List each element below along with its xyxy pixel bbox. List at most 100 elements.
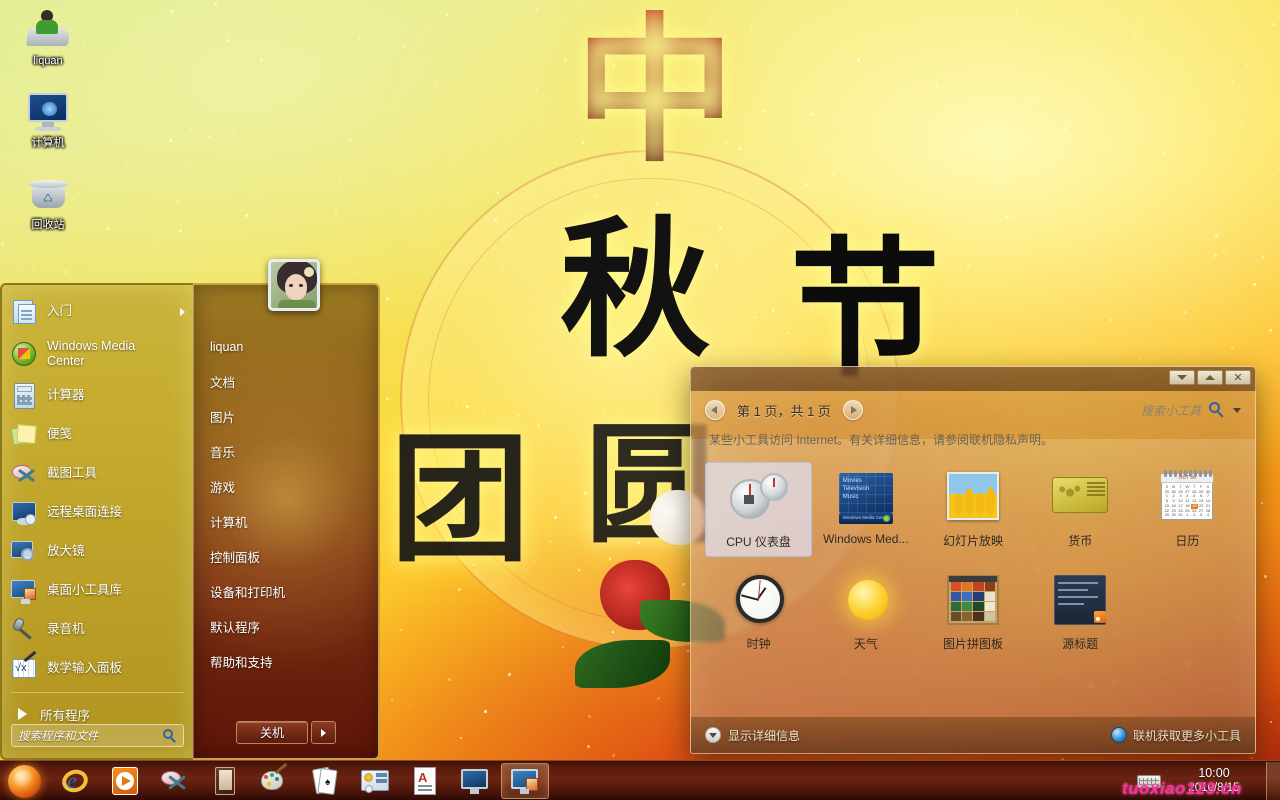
start-menu-item-computer[interactable]: 计算机	[194, 504, 378, 539]
gadget-search-placeholder: 搜索小工具	[1140, 403, 1201, 418]
start-menu-user-name: liquan	[210, 339, 244, 354]
getting-started-icon	[10, 298, 38, 326]
next-page-button[interactable]	[842, 400, 863, 420]
gadget-item-currency[interactable]: 货币	[1027, 462, 1134, 557]
search-placeholder: 搜索程序和文件	[18, 730, 99, 743]
currency-thumb	[1049, 470, 1111, 524]
get-more-gadgets-label: 联机获取更多小工具	[1132, 728, 1241, 743]
start-menu-item-default-programs[interactable]: 默认程序	[194, 609, 378, 644]
desktop-icon-recycle-bin[interactable]: ♺ 回收站	[8, 172, 88, 232]
gadget-label: 时钟	[746, 637, 771, 651]
desktop-icon-computer[interactable]: 计算机	[8, 90, 88, 150]
sidebar-item-remote-desktop[interactable]: 远程桌面连接	[2, 493, 193, 532]
taskbar-item-computer[interactable]	[451, 763, 499, 799]
start-menu-item-label: 帮助和支持	[210, 656, 273, 670]
shutdown-label: 关机	[259, 726, 284, 740]
sidebar-item-snipping-tool[interactable]: 截图工具	[2, 454, 193, 493]
taskbar-item-snipping-tool[interactable]	[151, 763, 199, 799]
start-menu-places-list: liquan 文档 图片 音乐 游戏 计算机 控制面板 设备和打印机 默认程序 …	[194, 285, 378, 679]
gadget-item-calendar[interactable]: OCT 06 S M T W T F S 29 30 26 27 28 29 30 1 2 3 4 5 6 7 8 9 10 1…	[1134, 462, 1241, 557]
taskbar-item-control-panel[interactable]	[351, 763, 399, 799]
start-menu-item-help-support[interactable]: 帮助和支持	[194, 644, 378, 679]
shutdown-button[interactable]: 关机	[236, 721, 308, 744]
sidebar-item-getting-started[interactable]: 入门	[2, 292, 193, 331]
control-panel-icon	[360, 766, 390, 796]
math-input-panel-icon: √x	[10, 650, 38, 683]
cpu-meter-thumb	[728, 471, 790, 525]
chevron-down-icon[interactable]	[1233, 407, 1241, 413]
system-tray: 10:00 2010/8/15	[1136, 761, 1280, 800]
start-menu-item-label: 截图工具	[47, 466, 98, 480]
windows-media-center-icon	[10, 340, 38, 368]
start-menu-item-control-panel[interactable]: 控制面板	[194, 539, 378, 574]
taskbar-item-paint[interactable]	[251, 762, 299, 799]
chevron-down-icon	[705, 727, 721, 743]
taskbar[interactable]: e ♠ A 10:00 2010/8/15	[0, 760, 1280, 800]
computer-icon	[460, 766, 490, 796]
search-icon[interactable]	[1209, 402, 1225, 418]
taskbar-item-desktop-gadget-gallery[interactable]	[501, 762, 549, 799]
start-menu-item-user[interactable]: liquan	[194, 329, 378, 364]
sticky-notes-icon	[10, 421, 38, 449]
previous-page-button[interactable]	[705, 400, 725, 420]
magnifier-icon	[10, 538, 38, 566]
window-titlebar[interactable]: ✕	[691, 367, 1255, 389]
close-button[interactable]: ✕	[1225, 370, 1251, 385]
start-menu-item-devices-printers[interactable]: 设备和打印机	[194, 574, 378, 609]
sidebar-item-sticky-notes[interactable]: 便笺	[2, 415, 193, 454]
taskbar-item-wordpad[interactable]: A	[401, 763, 449, 799]
taskbar-item-windows-media-player[interactable]	[101, 763, 149, 799]
gadget-item-cpu-meter[interactable]: CPU 仪表盘	[705, 462, 813, 557]
gadget-label: Windows Med...	[823, 532, 909, 546]
shutdown-bar: 关机	[194, 721, 378, 744]
gadget-search-area[interactable]: 搜索小工具	[1141, 402, 1241, 419]
desktop-icon-label: 计算机	[31, 137, 65, 149]
taskbar-clock[interactable]: 10:00 2010/8/15	[1168, 766, 1260, 796]
minimize-button[interactable]	[1169, 370, 1195, 385]
desktop-gadget-gallery-icon	[10, 577, 38, 605]
shutdown-options-button[interactable]	[311, 721, 336, 744]
start-orb-icon[interactable]	[2, 763, 46, 799]
taskbar-item-solitaire[interactable]: ♠	[301, 763, 349, 799]
start-menu-item-music[interactable]: 音乐	[194, 434, 378, 469]
taskbar-item-book-reader[interactable]	[201, 763, 249, 799]
gadget-item-slideshow[interactable]: 幻灯片放映	[919, 462, 1026, 557]
book-reader-icon	[210, 766, 240, 796]
start-menu-item-games[interactable]: 游戏	[194, 469, 378, 504]
start-menu-item-label: 音乐	[210, 446, 236, 460]
taskbar-item-internet-explorer[interactable]: e	[51, 763, 99, 799]
search-input[interactable]: 搜索程序和文件	[11, 724, 184, 747]
restore-button[interactable]	[1197, 370, 1223, 385]
gadget-item-picture-puzzle[interactable]: 图片拼图板	[919, 565, 1026, 658]
calendar-thumb-grid: S M T W T F S 29 30 26 27 28 29 30 1 2 3 4 5 6 7 8 9 10 11 12 13 14…	[1164, 484, 1211, 518]
gadget-item-windows-media-center[interactable]: Movies Television Music Windows Media Cent…	[812, 462, 919, 557]
desktop-icon-user-folder[interactable]: liquan	[8, 8, 88, 68]
show-details-button[interactable]: 显示详细信息	[705, 727, 800, 744]
start-menu-item-pictures[interactable]: 图片	[194, 399, 378, 434]
sidebar-item-windows-media-center[interactable]: Windows Media Center	[2, 331, 193, 376]
get-more-gadgets-link[interactable]: 联机获取更多小工具	[1110, 727, 1241, 744]
start-menu-item-label: 便笺	[47, 427, 73, 441]
page-indicator: 第 1 页，共 1 页	[737, 403, 831, 419]
gadget-item-weather[interactable]: 天气	[812, 565, 919, 658]
gadget-item-clock[interactable]: 时钟	[705, 565, 812, 658]
sidebar-item-desktop-gadget-gallery[interactable]: 桌面小工具库	[2, 571, 193, 610]
start-menu-item-documents[interactable]: 文档	[194, 364, 378, 399]
wallpaper-glyph-deco-1: 团	[390, 418, 531, 582]
wallpaper-glyph-jie: 节	[790, 222, 941, 398]
show-desktop-button[interactable]	[1266, 761, 1280, 800]
snipping-tool-icon	[160, 766, 190, 796]
windows-media-center-thumb: Movies Television Music Windows Media Cent…	[835, 470, 897, 524]
gadget-item-feed-headlines[interactable]: 源标题	[1027, 565, 1134, 658]
desktop-gadget-gallery-window[interactable]: ✕ 第 1 页，共 1 页 搜索小工具 某些小工具访问 Internet。有关详…	[690, 366, 1256, 754]
sidebar-item-sound-recorder[interactable]: 录音机	[2, 610, 193, 649]
desktop-gadget-gallery-icon	[510, 766, 540, 796]
keyboard-icon[interactable]	[1136, 768, 1162, 794]
wallpaper-glyph-qiu: 秋	[560, 202, 711, 378]
sidebar-item-calculator[interactable]: 计算器	[2, 376, 193, 415]
sidebar-item-math-input-panel[interactable]: √x 数学输入面板	[2, 649, 193, 688]
restore-icon	[1205, 375, 1215, 380]
start-menu[interactable]: 入门 Windows Media Center 计算器 便笺 截图工具 远程桌面…	[0, 259, 380, 760]
sidebar-item-magnifier[interactable]: 放大镜	[2, 532, 193, 571]
user-folder-icon	[24, 8, 72, 52]
